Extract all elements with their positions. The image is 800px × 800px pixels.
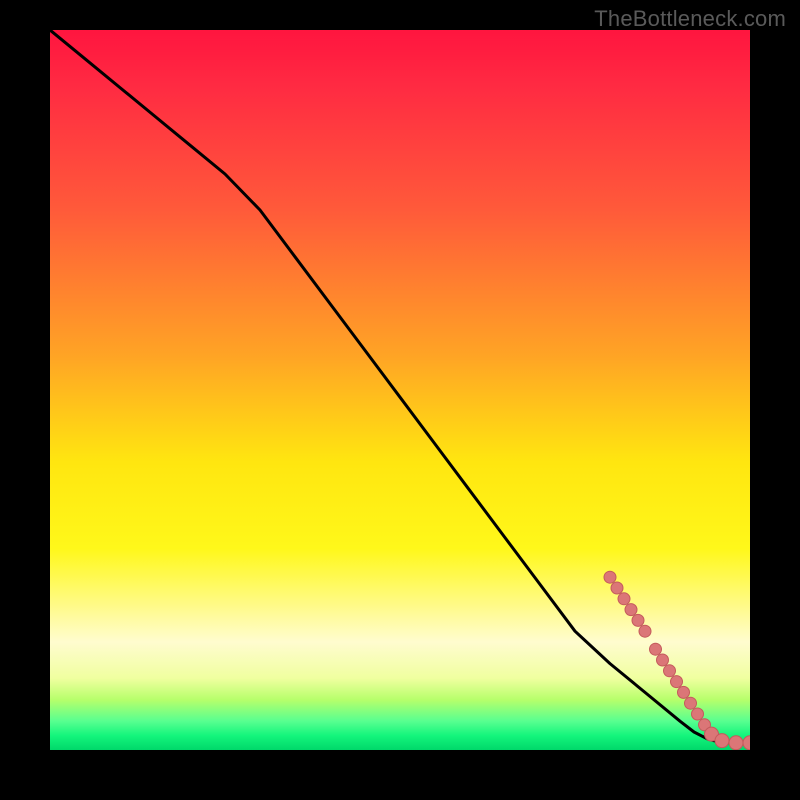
scatter-dot [625,604,637,616]
scatter-dot [632,614,644,626]
scatter-dot [639,625,651,637]
scatter-dot [604,571,616,583]
scatter-dot [678,686,690,698]
watermark-text: TheBottleneck.com [594,6,786,32]
plot-area [50,30,750,750]
chart-frame: TheBottleneck.com [0,0,800,800]
scatter-dot [743,736,750,750]
scatter-dot [685,697,697,709]
chart-overlay [50,30,750,750]
scatter-dot [692,708,704,720]
scatter-dot [729,736,743,750]
scatter-dot [618,593,630,605]
scatter-dot [671,676,683,688]
scatter-dot [650,643,662,655]
scatter-dot [657,654,669,666]
scatter-dots [604,571,750,750]
scatter-dot [664,665,676,677]
scatter-dot [715,734,729,748]
scatter-dot [611,582,623,594]
